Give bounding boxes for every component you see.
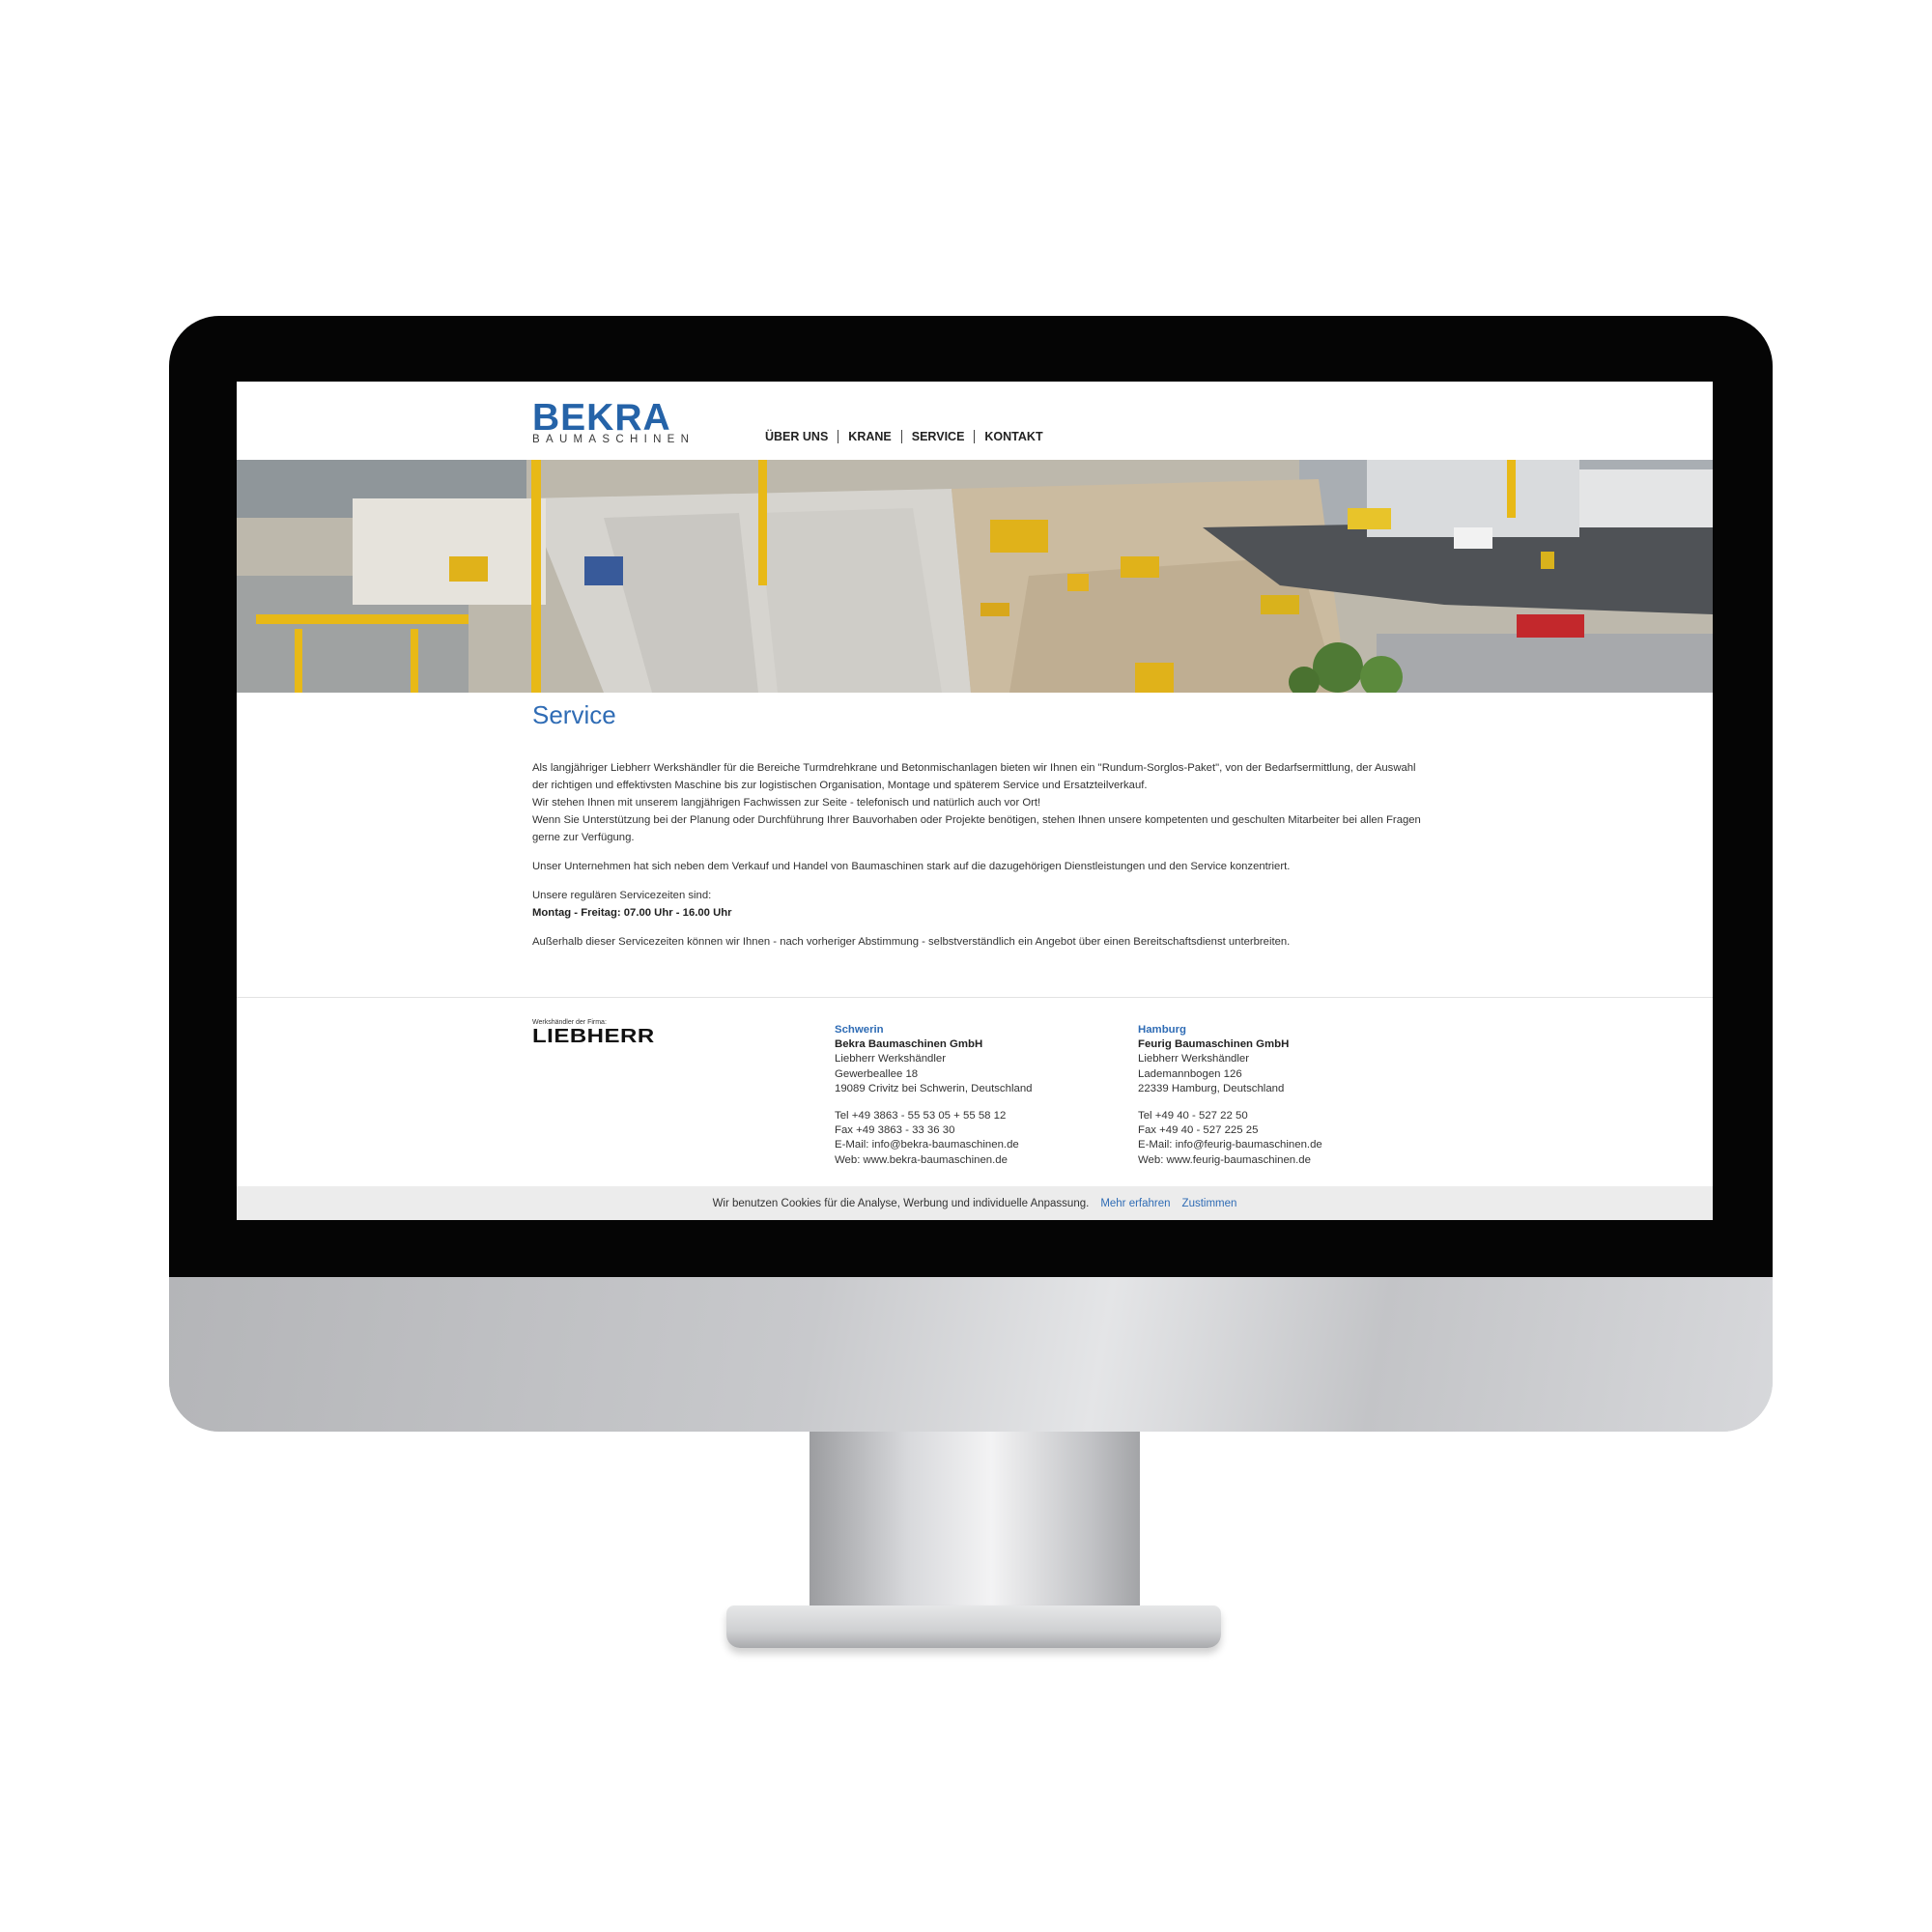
cookie-accept-button[interactable]: Zustimmen [1182, 1198, 1237, 1209]
cookie-text: Wir benutzen Cookies für die Analyse, We… [712, 1197, 1090, 1209]
company-focus-paragraph: Unser Unternehmen hat sich neben dem Ver… [532, 861, 1291, 872]
location-street: Gewerbeallee 18 [835, 1067, 919, 1080]
website-screen: BEKRA BAUMASCHINEN ÜBER UNS KRANE SERVIC… [237, 382, 1713, 1220]
logo-wordmark: BEKRA [532, 397, 671, 439]
nav-item-service[interactable]: SERVICE [902, 430, 975, 443]
main-nav: ÜBER UNS KRANE SERVICE KONTAKT [763, 430, 1053, 443]
address-hamburg: Hamburg Feurig Baumaschinen GmbH Liebher… [1138, 1023, 1322, 1168]
location-email[interactable]: E-Mail: info@feurig-baumaschinen.de [1138, 1138, 1322, 1152]
liebherr-logo: LIEBHERR [532, 1025, 655, 1048]
intro-text-1: Als langjähriger Liebherr Werkshändler f… [532, 762, 1416, 791]
main-content: Service Als langjähriger Liebherr Werksh… [532, 700, 1421, 962]
service-hours: Montag - Freitag: 07.00 Uhr - 16.00 Uhr [532, 907, 732, 919]
monitor-stand-foot [726, 1605, 1221, 1648]
nav-item-krane[interactable]: KRANE [838, 430, 900, 443]
location-city: Hamburg [1138, 1024, 1186, 1036]
location-street: Lademannbogen 126 [1138, 1067, 1242, 1080]
location-line: Liebherr Werkshändler [835, 1053, 947, 1065]
intro-text-3: Wenn Sie Unterstützung bei der Planung o… [532, 814, 1421, 843]
location-line: Liebherr Werkshändler [1138, 1053, 1250, 1065]
hours-intro: Unsere regulären Servicezeiten sind: [532, 890, 712, 901]
liebherr-dealer-badge[interactable]: Werkshändler der Firma: LIEBHERR [532, 1019, 655, 1051]
nav-item-kontakt[interactable]: KONTAKT [975, 430, 1052, 443]
nav-item-ueber-uns[interactable]: ÜBER UNS [763, 430, 838, 443]
location-web[interactable]: Web: www.bekra-baumaschinen.de [835, 1153, 1033, 1168]
cookie-banner: Wir benutzen Cookies für die Analyse, We… [237, 1186, 1713, 1220]
location-city: Schwerin [835, 1024, 884, 1036]
service-intro-paragraph: Als langjähriger Liebherr Werkshändler f… [532, 759, 1421, 846]
hero-construction-image [237, 460, 1713, 693]
location-email[interactable]: E-Mail: info@bekra-baumaschinen.de [835, 1138, 1033, 1152]
monitor-stand [810, 1432, 1140, 1615]
location-tel: Tel +49 3863 - 55 53 05 + 55 58 12 [835, 1110, 1007, 1122]
construction-site-illustration [237, 460, 1713, 693]
service-hours-paragraph: Unsere regulären Servicezeiten sind: Mon… [532, 887, 1421, 922]
site-header: BEKRA BAUMASCHINEN ÜBER UNS KRANE SERVIC… [237, 382, 1713, 460]
location-fax: Fax +49 40 - 527 225 25 [1138, 1124, 1259, 1137]
outside-hours-paragraph: Außerhalb dieser Servicezeiten können wi… [532, 936, 1291, 948]
logo-subtitle: BAUMASCHINEN [532, 434, 696, 445]
location-company: Bekra Baumaschinen GmbH [835, 1038, 983, 1051]
location-postal: 19089 Crivitz bei Schwerin, Deutschland [835, 1082, 1033, 1094]
address-schwerin: Schwerin Bekra Baumaschinen GmbH Liebher… [835, 1023, 1033, 1168]
location-company: Feurig Baumaschinen GmbH [1138, 1038, 1290, 1051]
page-title: Service [532, 700, 616, 729]
monitor-chin [169, 1277, 1773, 1432]
intro-text-2: Wir stehen Ihnen mit unserem langjährige… [532, 797, 1041, 809]
location-postal: 22339 Hamburg, Deutschland [1138, 1082, 1285, 1094]
site-footer: Werkshändler der Firma: LIEBHERR Schweri… [237, 998, 1713, 1181]
location-tel: Tel +49 40 - 527 22 50 [1138, 1110, 1248, 1122]
cookie-more-link[interactable]: Mehr erfahren [1100, 1198, 1170, 1209]
location-web[interactable]: Web: www.feurig-baumaschinen.de [1138, 1153, 1322, 1168]
bekra-logo[interactable]: BEKRA BAUMASCHINEN [532, 397, 696, 445]
location-fax: Fax +49 3863 - 33 36 30 [835, 1124, 955, 1137]
